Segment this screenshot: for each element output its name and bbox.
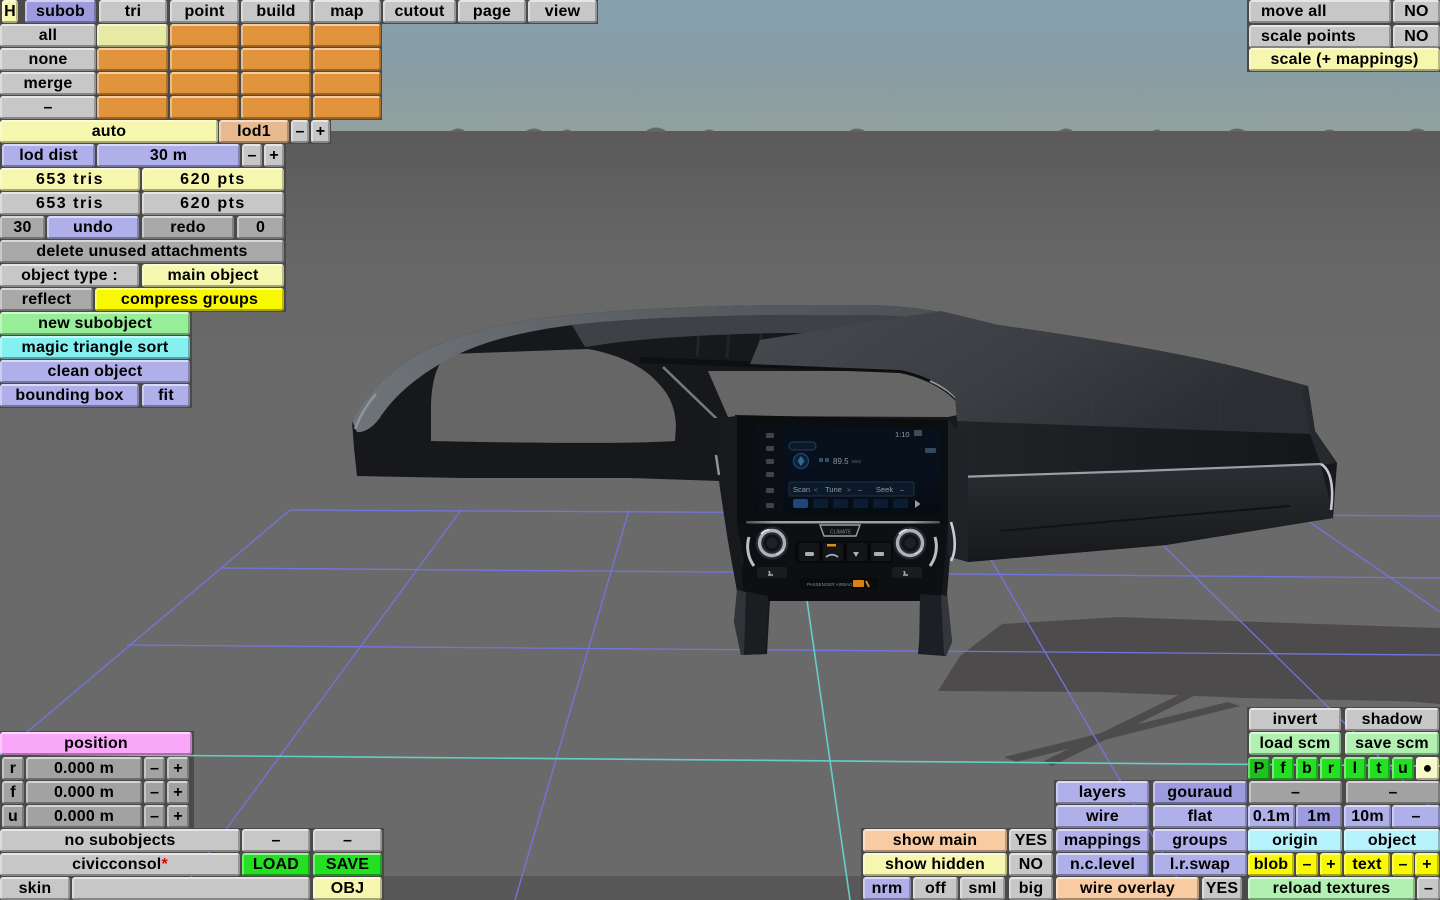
svg-text:PASSENGER AIRBAG: PASSENGER AIRBAG [807,582,853,587]
svg-text:CLIMATE: CLIMATE [830,530,852,536]
